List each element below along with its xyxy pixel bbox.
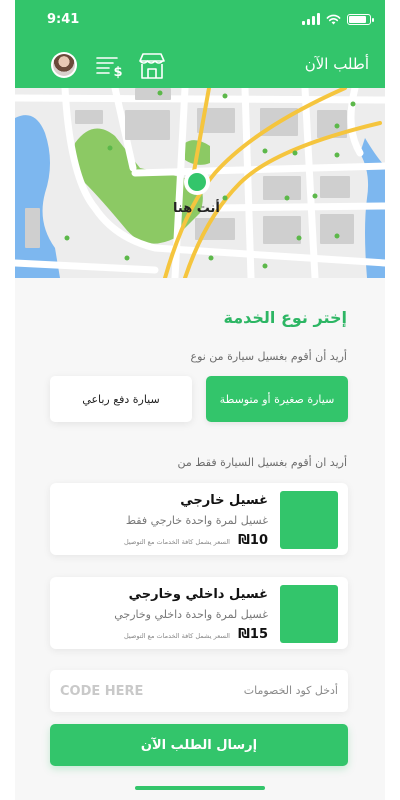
service-price: ₪10 <box>238 533 268 548</box>
service-description: غسيل لمرة واحدة خارجي فقط <box>125 514 268 527</box>
service-name: غسيل داخلي وخارجي <box>128 587 268 602</box>
service-option-exterior[interactable]: غسيل خارجي غسيل لمرة واحدة خارجي فقط ₪10… <box>50 483 348 555</box>
store-icon[interactable] <box>137 52 167 80</box>
status-time: 9:41 <box>47 12 80 27</box>
map-pin-label: أنت هنا <box>173 201 220 216</box>
service-description: غسيل لمرة واحدة داخلي وخارجي <box>114 608 268 621</box>
wifi-icon <box>326 14 341 24</box>
app-screen: 9:41 $ أطلب الآن أنت هنا إختر نوع الخدمة… <box>15 0 385 800</box>
svg-text:$: $ <box>113 65 122 80</box>
status-icons <box>302 13 374 25</box>
car-type-prompt: أريد أن أقوم بغسيل سيارة من نوع <box>190 350 348 363</box>
home-indicator <box>135 786 265 790</box>
avatar[interactable] <box>51 52 77 78</box>
service-name: غسيل خارجي <box>180 493 268 508</box>
service-price-note: السعر يشمل كافة الخدمات مع التوصيل <box>123 632 230 640</box>
wash-prompt: أريد ان أقوم بغسيل السيارة فقط من <box>177 456 347 469</box>
discount-code-input[interactable] <box>60 678 210 704</box>
battery-icon <box>347 13 374 25</box>
map[interactable]: أنت هنا <box>15 88 385 278</box>
car-type-small-medium-button[interactable]: سيارة صغيرة أو متوسطة <box>206 376 348 422</box>
service-thumbnail <box>280 491 338 549</box>
signal-icon <box>302 13 320 25</box>
submit-order-button[interactable]: إرسال الطلب الآن <box>50 724 348 766</box>
section-title: إختر نوع الخدمة <box>223 308 347 327</box>
page-title: أطلب الآن <box>304 55 369 73</box>
discount-code-label: أدخل كود الخصومات <box>243 684 338 697</box>
discount-code-field: أدخل كود الخصومات <box>50 670 348 712</box>
map-canvas <box>15 88 385 278</box>
price-list-icon[interactable]: $ <box>95 52 125 80</box>
header: 9:41 $ أطلب الآن <box>15 0 385 88</box>
service-thumbnail <box>280 585 338 643</box>
service-option-interior-exterior[interactable]: غسيل داخلي وخارجي غسيل لمرة واحدة داخلي … <box>50 577 348 649</box>
service-price-note: السعر يشمل كافة الخدمات مع التوصيل <box>123 538 230 546</box>
status-bar: 9:41 <box>15 0 385 40</box>
nav-row: $ أطلب الآن <box>15 48 385 84</box>
service-price: ₪15 <box>238 627 268 642</box>
car-type-4x4-button[interactable]: سيارة دفع رباعي <box>50 376 192 422</box>
